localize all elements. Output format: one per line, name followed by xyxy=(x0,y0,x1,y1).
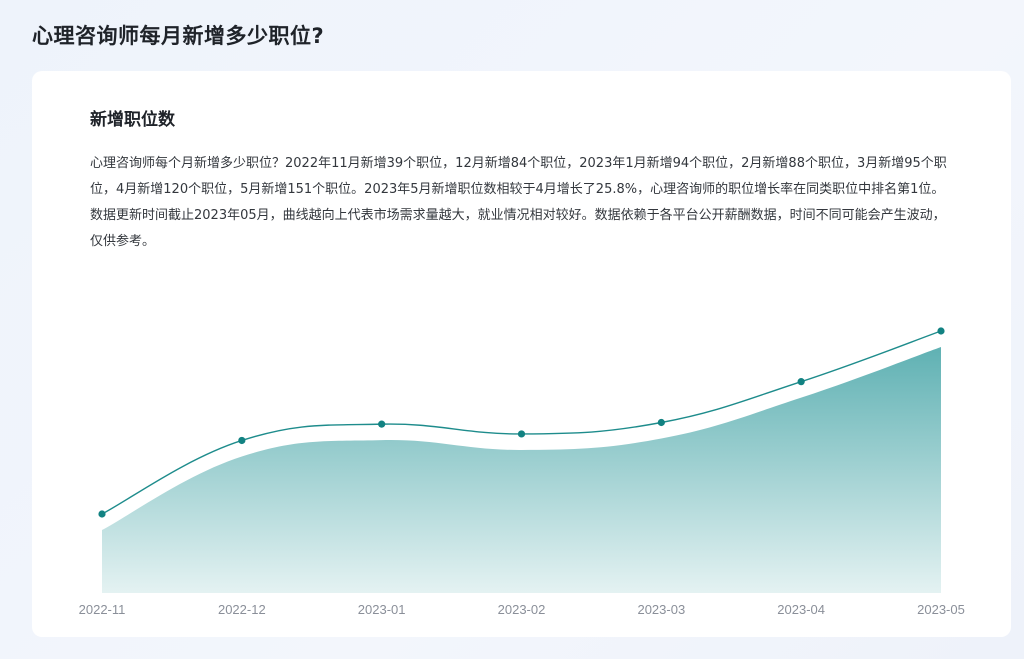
series-area xyxy=(102,347,941,593)
page-title: 心理咨询师每月新增多少职位? xyxy=(32,24,325,48)
data-point-2023-03[interactable] xyxy=(657,418,665,427)
data-point-2023-05[interactable] xyxy=(937,327,945,335)
new-jobs-area-chart: 2022-11 2022-12 2023-01 2023-02 2023-03 2023-… xyxy=(79,327,965,617)
x-tick-label: 2022-11 xyxy=(79,602,126,617)
data-point-2022-12[interactable] xyxy=(238,436,246,445)
data-point-2023-01[interactable] xyxy=(378,420,386,428)
x-tick-label: 2023-01 xyxy=(358,602,406,617)
x-tick-label: 2022-12 xyxy=(218,602,266,617)
data-point-2023-04[interactable] xyxy=(797,378,805,386)
x-tick-label: 2023-02 xyxy=(498,602,546,617)
x-tick-label: 2023-05 xyxy=(917,602,965,617)
chart-card: 新增职位数 心理咨询师每个月新增多少职位？2022年11月新增39个职位，12月… xyxy=(32,71,1011,637)
x-tick-label: 2023-03 xyxy=(637,602,685,617)
x-tick-label: 2023-04 xyxy=(777,602,825,617)
data-point-2023-02[interactable] xyxy=(517,430,526,438)
data-point-2022-11[interactable] xyxy=(98,510,106,518)
